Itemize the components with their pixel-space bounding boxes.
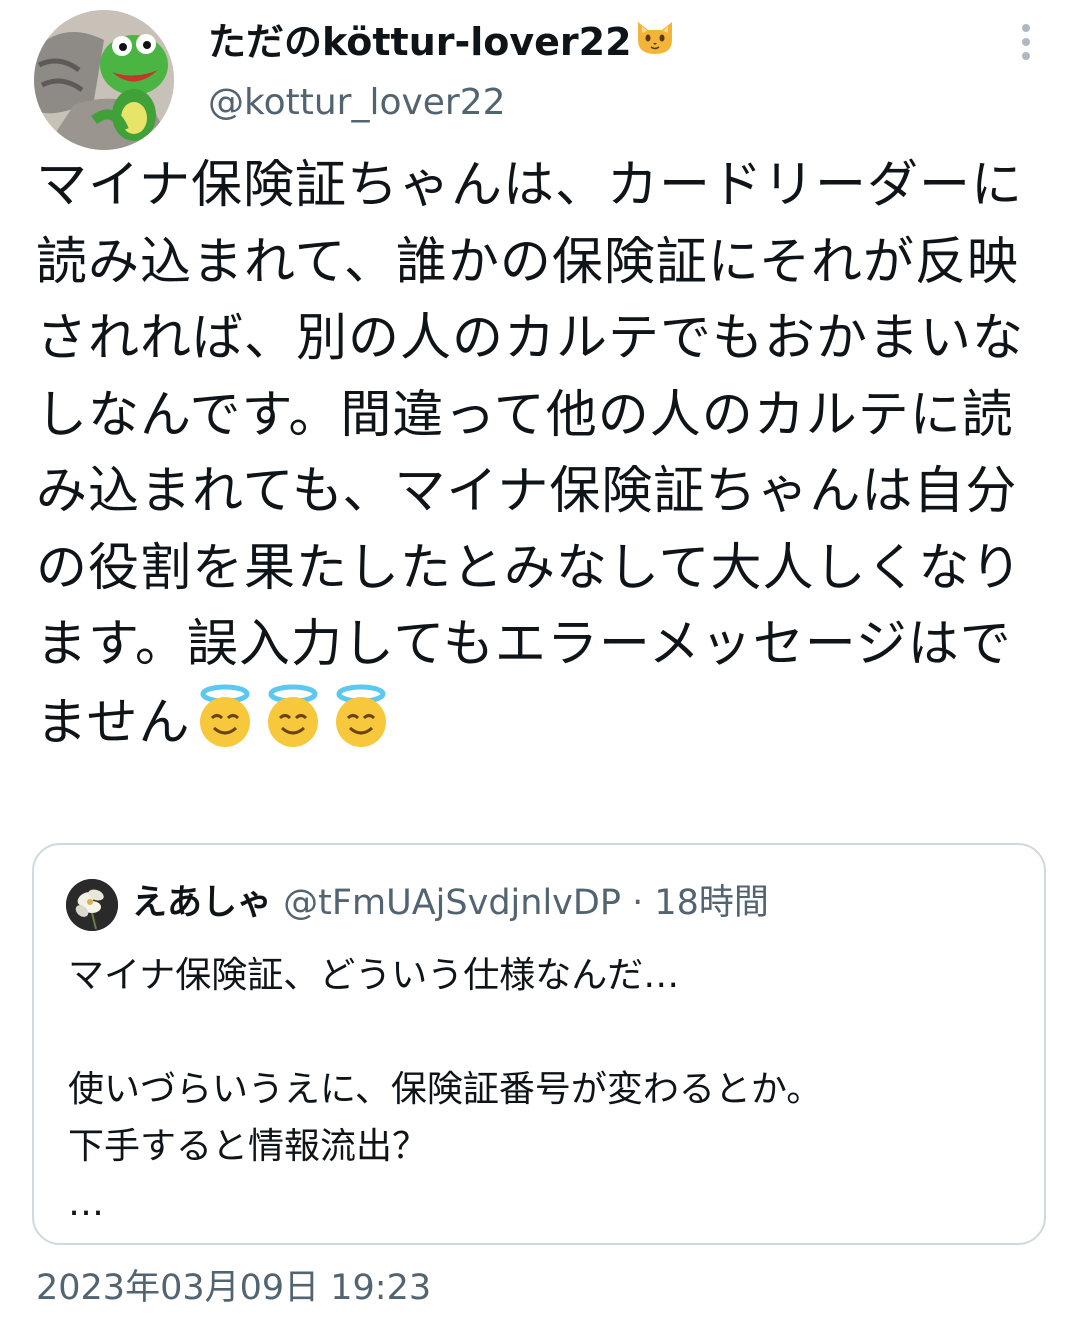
quoted-tweet-text: マイナ保険証、どういう仕様なんだ… 使いづらいうえに、保険証番号が変わるとか。 …: [68, 955, 823, 1224]
smiling-face-with-halo-icon: [336, 684, 387, 747]
quoted-tweet-card[interactable]: えあしゃ @tFmUAjSvdjnlvDP · 18時間 マイナ保険証、どういう…: [32, 843, 1046, 1245]
more-options-button[interactable]: [1008, 18, 1044, 66]
tweet-body: マイナ保険証ちゃんは、カードリーダーに読み込まれて、誰かの保険証にそれが反映され…: [36, 156, 1025, 752]
tweet-timestamp[interactable]: 2023年03月09日 19:23: [36, 1262, 431, 1314]
quoted-author-handle[interactable]: @tFmUAjSvdjnlvDP: [283, 883, 621, 923]
quoted-tweet-header: えあしゃ @tFmUAjSvdjnlvDP · 18時間: [132, 875, 769, 931]
author-avatar[interactable]: [34, 10, 174, 150]
smiling-face-with-halo-icon: [200, 684, 251, 747]
author-display-name[interactable]: ただのköttur-lover22: [208, 14, 676, 73]
quoted-tweet-time[interactable]: 18時間: [654, 883, 769, 923]
avatar-image: [34, 10, 174, 150]
flower-avatar-image: [66, 879, 118, 931]
quoted-author-name[interactable]: えあしゃ: [132, 883, 272, 923]
vertical-ellipsis-icon: [1022, 24, 1030, 60]
tweet-text: マイナ保険証ちゃんは、カードリーダーに読み込まれて、誰かの保険証にそれが反映され…: [36, 148, 1046, 766]
smiling-face-with-halo-icon: [268, 684, 319, 747]
trailing-emojis: [190, 684, 394, 767]
quoted-author-avatar[interactable]: [66, 879, 118, 931]
header-separator: ·: [632, 883, 644, 923]
cat-face-icon: [634, 16, 676, 73]
author-display-name-text: ただのköttur-lover22: [208, 20, 632, 64]
author-handle[interactable]: @kottur_lover22: [208, 78, 506, 128]
